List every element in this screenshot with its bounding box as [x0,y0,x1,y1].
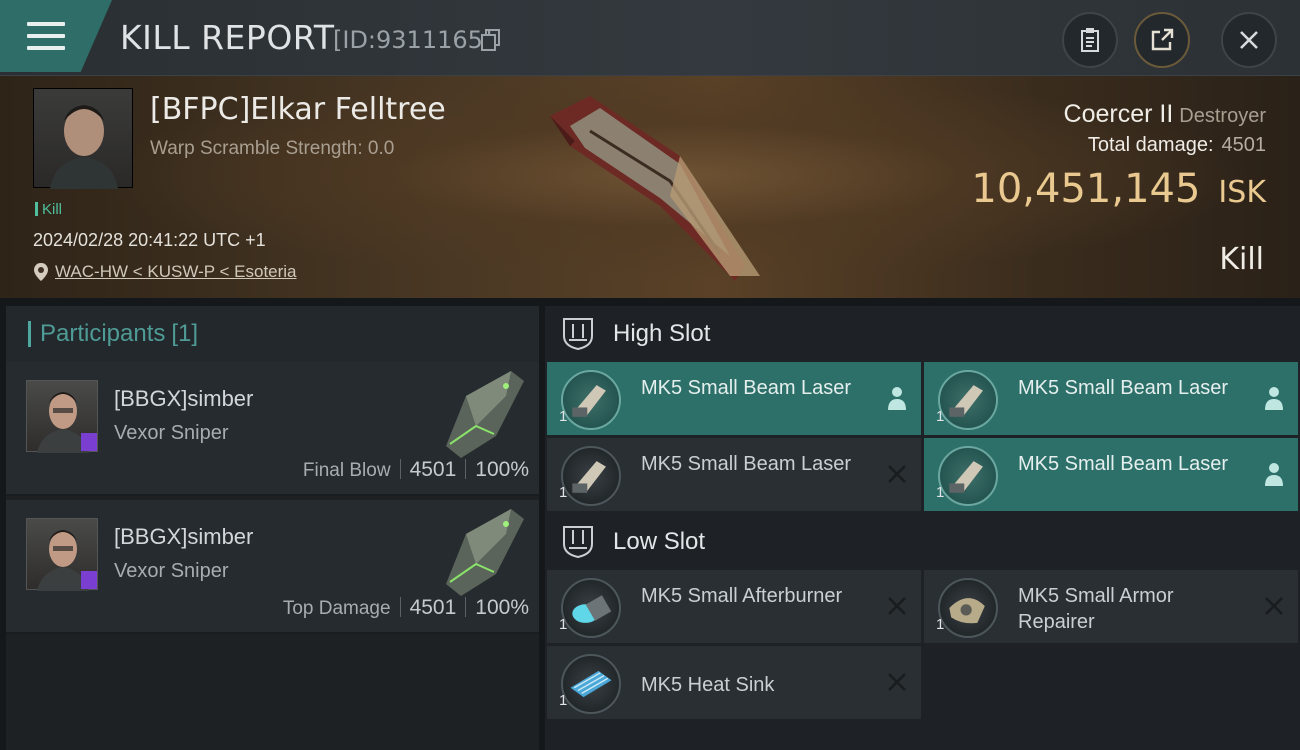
participant-ship[interactable]: Vexor Sniper [114,560,229,583]
person-icon [1265,463,1283,486]
page-title: KILL REPORT [120,18,335,57]
clipboard-button[interactable] [1062,12,1118,68]
victim-banner: [BFPC]Elkar Felltree Warp Scramble Stren… [0,76,1300,298]
module-name: MK5 Small Armor Repairer [1018,585,1174,633]
x-icon [1265,597,1283,615]
total-damage-label: Total damage: [1087,134,1214,156]
module-qty: 1 [559,692,568,709]
participant-percent: 100% [475,458,529,481]
copy-icon[interactable] [481,29,501,51]
participant-label: Top Damage [282,598,391,619]
victim-avatar[interactable] [33,88,133,189]
ship-class: Destroyer [1179,105,1266,127]
module-name: MK5 Small Beam Laser [641,377,852,399]
high-slot-icon [563,318,593,350]
clipboard-icon [1081,28,1099,52]
x-icon [888,597,906,615]
participant-label: Final Blow [302,460,391,481]
participant-avatar[interactable] [26,518,98,591]
fitting-panel: High Slot 1 MK5 Small Beam Laser 1 MK5 S… [545,306,1300,750]
menu-button[interactable] [0,0,112,72]
module-name: MK5 Small Afterburner [641,585,843,607]
participant-ship[interactable]: Vexor Sniper [114,422,229,445]
participant-stats: Top Damage 4501 100% [283,596,529,620]
close-button[interactable] [1221,12,1277,68]
kill-timestamp: 2024/02/28 20:41:22 UTC +1 [33,230,266,250]
warp-scramble-strength: Warp Scramble Strength: 0.0 [150,138,395,159]
title-bar: KILL REPORT [ID:9311165] [0,0,1300,76]
share-icon [1151,28,1174,51]
location-pin-icon [34,263,48,281]
participant-row[interactable]: [BBGX]simber Vexor Sniper Top Damage 4501… [6,500,539,634]
person-icon [888,387,906,410]
module-qty: 1 [936,484,945,501]
participant-name[interactable]: [BBGX]simber [114,386,253,412]
beam-laser-icon [938,446,998,506]
kill-location-link[interactable]: WAC-HW < KUSW-P < Esoteria [55,262,297,282]
isk-amount: 10,451,145 [971,166,1201,212]
isk-unit: ISK [1218,175,1266,210]
low-slot-icon [563,526,593,558]
kill-result: Kill [1219,242,1264,277]
low-slot-label: Low Slot [613,528,706,555]
module-item[interactable]: 1 MK5 Small Beam Laser [924,438,1298,511]
corp-badge [81,571,97,589]
module-qty: 1 [936,408,945,425]
participant-row[interactable]: [BBGX]simber Vexor Sniper Final Blow 4501… [6,362,539,496]
module-item[interactable]: 1 MK5 Small Afterburner [547,570,921,643]
module-item[interactable]: 1 MK5 Small Beam Laser [547,438,921,511]
module-item[interactable]: 1 MK5 Heat Sink [547,646,921,719]
victim-ship: Coercer II Destroyer [1064,100,1266,129]
close-icon [1240,31,1258,49]
module-qty: 1 [559,484,568,501]
armor-repairer-icon [938,578,998,638]
x-icon [888,465,906,483]
participant-percent: 100% [475,596,529,619]
high-slot-header: High Slot [545,306,1300,362]
corp-badge [81,433,97,451]
total-damage: Total damage: 4501 [1088,134,1266,157]
participants-header: Participants [1] [6,306,539,362]
kill-tag: Kill [35,201,62,218]
heat-sink-icon [561,654,621,714]
participants-panel: Participants [1] [BBGX]simber Vexor Snipe… [6,306,539,750]
module-name: MK5 Heat Sink [641,674,775,696]
module-name: MK5 Small Beam Laser [1018,377,1229,399]
module-name: MK5 Small Beam Laser [641,453,852,475]
hamburger-icon [27,22,65,50]
victim-ship-image [550,96,760,281]
participant-damage: 4501 [409,596,457,619]
isk-value: 10,451,145 ISK [971,166,1266,212]
participant-stats: Final Blow 4501 100% [303,458,529,482]
beam-laser-icon [561,370,621,430]
beam-laser-icon [938,370,998,430]
low-slot-header: Low Slot [545,514,1300,570]
ship-name[interactable]: Coercer II [1064,100,1174,128]
participant-name[interactable]: [BBGX]simber [114,524,253,550]
module-item[interactable]: 1 MK5 Small Armor Repairer [924,570,1298,643]
x-icon [888,673,906,691]
participants-title: Participants [40,320,166,347]
module-name: MK5 Small Beam Laser [1018,453,1229,475]
participant-ship-image [446,509,524,596]
module-qty: 1 [559,408,568,425]
module-qty: 1 [936,616,945,633]
report-id: [ID:9311165] [333,26,493,54]
participant-ship-image [446,371,524,458]
participant-avatar[interactable] [26,380,98,453]
share-button[interactable] [1134,12,1190,68]
total-damage-value: 4501 [1221,134,1267,156]
participant-damage: 4501 [409,458,457,481]
high-slot-label: High Slot [613,320,711,347]
module-item[interactable]: 1 MK5 Small Beam Laser [924,362,1298,435]
pilot-portrait-icon [50,105,118,189]
person-icon [1265,387,1283,410]
beam-laser-icon [561,446,621,506]
participants-count: [1] [171,320,199,347]
module-item[interactable]: 1 MK5 Small Beam Laser [547,362,921,435]
afterburner-icon [561,578,621,638]
victim-name[interactable]: [BFPC]Elkar Felltree [150,92,446,127]
module-qty: 1 [559,616,568,633]
